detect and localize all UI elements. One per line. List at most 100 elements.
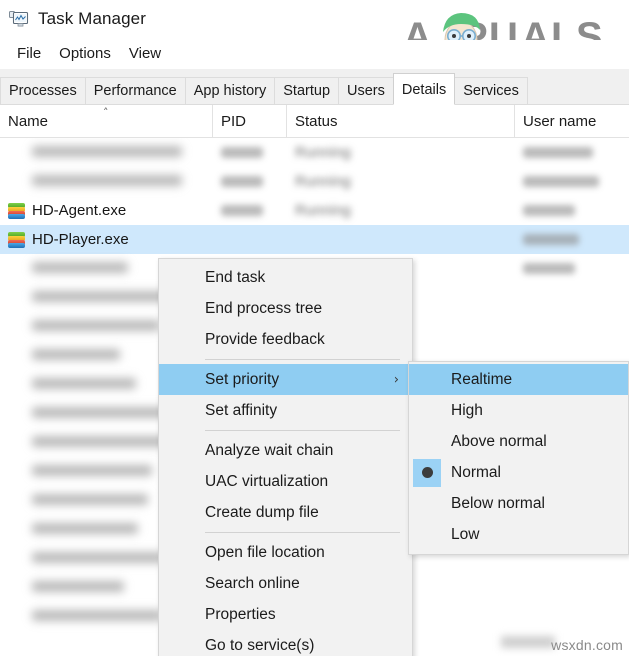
generic-app-icon <box>8 376 25 393</box>
context-menu-item-label: Provide feedback <box>205 330 325 348</box>
generic-app-icon <box>8 521 25 538</box>
context-menu-separator <box>205 359 400 360</box>
context-menu-item-set-priority[interactable]: Set priority › <box>159 364 412 395</box>
bluestacks-icon <box>8 231 25 248</box>
tab-users[interactable]: Users <box>338 77 394 105</box>
column-header-status-label: Status <box>295 113 338 130</box>
context-menu-item-properties[interactable]: Properties <box>159 599 412 630</box>
process-name-label <box>32 318 160 335</box>
process-name-cell <box>8 602 162 631</box>
window-title: Task Manager <box>38 9 146 28</box>
set-priority-submenu[interactable]: Realtime High Above normal Normal Below norm… <box>408 361 629 555</box>
tab-strip: Processes Performance App history Startu… <box>0 69 629 105</box>
column-header-pid[interactable]: PID <box>213 105 287 138</box>
process-name-cell: HD-Agent.exe <box>8 196 126 225</box>
priority-option-realtime[interactable]: Realtime <box>409 364 628 395</box>
context-menu-item-create-dump-file[interactable]: Create dump file <box>159 497 412 528</box>
generic-app-icon <box>8 173 25 190</box>
process-name-cell <box>8 573 124 602</box>
tab-startup[interactable]: Startup <box>274 77 340 105</box>
generic-app-icon <box>8 492 25 509</box>
menu-file[interactable]: File <box>8 43 50 64</box>
column-header-username[interactable]: User name <box>515 105 629 138</box>
process-username-cell <box>523 225 579 254</box>
process-name-label <box>32 144 182 161</box>
context-menu-item-go-to-service-s[interactable]: Go to service(s) <box>159 630 412 656</box>
table-row[interactable]: Running <box>0 138 629 167</box>
tab-app-history[interactable]: App history <box>184 77 276 105</box>
column-header-status[interactable]: Status <box>287 105 515 138</box>
priority-option-label: Low <box>451 525 480 543</box>
table-row[interactable]: Running <box>0 167 629 196</box>
generic-app-icon <box>8 405 25 422</box>
tab-list: Processes Performance App history Startu… <box>0 73 528 105</box>
process-name-cell <box>8 457 152 486</box>
process-pid-cell <box>221 196 263 225</box>
process-name-cell <box>8 515 138 544</box>
generic-app-icon <box>8 608 25 625</box>
process-name-label: HD-Player.exe <box>32 231 129 248</box>
context-menu-item-uac-virtualization[interactable]: UAC virtualization <box>159 466 412 497</box>
process-name-cell <box>8 283 182 312</box>
generic-app-icon <box>8 550 25 567</box>
context-menu-item-label: Search online <box>205 574 300 592</box>
priority-option-above-normal[interactable]: Above normal <box>409 426 628 457</box>
menu-view[interactable]: View <box>120 43 170 64</box>
process-context-menu[interactable]: End task End process tree Provide feedback… <box>158 258 413 656</box>
context-menu-item-end-task[interactable]: End task <box>159 262 412 293</box>
process-name-label <box>32 550 164 567</box>
priority-option-low[interactable]: Low <box>409 519 628 550</box>
generic-app-icon <box>8 434 25 451</box>
context-menu-item-label: Analyze wait chain <box>205 441 334 459</box>
process-username-cell <box>523 138 593 167</box>
column-header-row: Name ˄ PID Status User name <box>0 105 629 138</box>
priority-option-label: Realtime <box>451 370 513 388</box>
process-name-cell <box>8 544 164 573</box>
process-name-label <box>32 492 148 509</box>
generic-app-icon <box>8 463 25 480</box>
context-menu-item-end-process-tree[interactable]: End process tree <box>159 293 412 324</box>
process-name-cell <box>8 370 136 399</box>
process-status-cell: Running <box>295 144 351 161</box>
context-menu-item-label: Properties <box>205 605 276 623</box>
process-name-cell <box>8 341 120 370</box>
context-menu-item-search-online[interactable]: Search online <box>159 568 412 599</box>
context-menu-item-analyze-wait-chain[interactable]: Analyze wait chain <box>159 435 412 466</box>
process-name-label <box>32 608 162 625</box>
priority-option-below-normal[interactable]: Below normal <box>409 488 628 519</box>
menu-options[interactable]: Options <box>50 43 120 64</box>
context-menu-item-open-file-location[interactable]: Open file location <box>159 537 412 568</box>
process-name-cell <box>8 428 180 457</box>
context-menu-separator <box>205 532 400 533</box>
context-menu-item-label: End task <box>205 268 266 286</box>
priority-option-high[interactable]: High <box>409 395 628 426</box>
process-name-cell <box>8 312 160 341</box>
column-header-name-label: Name <box>8 113 49 130</box>
process-pid-cell <box>221 167 263 196</box>
table-row[interactable]: HD-Player.exe <box>0 225 629 254</box>
chevron-right-icon: › <box>393 372 399 387</box>
generic-app-icon <box>8 144 25 161</box>
generic-app-icon <box>8 260 25 277</box>
tab-processes[interactable]: Processes <box>0 77 86 105</box>
sort-ascending-caret: ˄ <box>103 106 109 119</box>
process-status-cell: Running <box>295 202 351 219</box>
tab-details[interactable]: Details <box>392 73 456 105</box>
generic-app-icon <box>8 318 25 335</box>
process-name-cell: HD-Player.exe <box>8 225 129 254</box>
process-name-label <box>32 463 152 480</box>
context-menu-item-provide-feedback[interactable]: Provide feedback <box>159 324 412 355</box>
tab-performance[interactable]: Performance <box>84 77 186 105</box>
context-menu-item-label: Open file location <box>205 543 325 561</box>
context-menu-item-set-affinity[interactable]: Set affinity <box>159 395 412 426</box>
context-menu-item-label: Create dump file <box>205 503 319 521</box>
tab-services[interactable]: Services <box>454 77 528 105</box>
process-name-cell <box>8 254 128 283</box>
task-manager-icon <box>9 10 29 28</box>
context-menu-item-label: Go to service(s) <box>205 636 315 654</box>
process-name-label: HD-Agent.exe <box>32 202 127 219</box>
priority-option-normal[interactable]: Normal <box>409 457 628 488</box>
process-name-label <box>32 376 136 393</box>
column-header-name[interactable]: Name ˄ <box>0 105 213 138</box>
table-row[interactable]: HD-Agent.exe Running <box>0 196 629 225</box>
